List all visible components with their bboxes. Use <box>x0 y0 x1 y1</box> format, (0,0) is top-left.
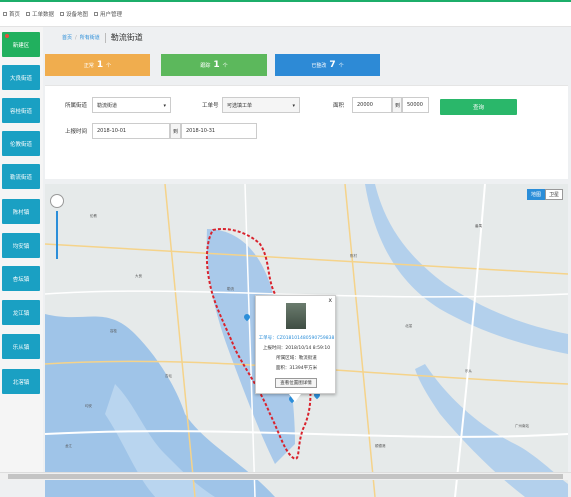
map-label: 容桂 <box>110 329 117 333</box>
street-select[interactable]: 勒流街道 ▾ <box>92 97 171 113</box>
map-view[interactable]: 伦教 大良 勒流 容桂 陈村 北滘 杏坛 均安 龙江 乐从 顺德港 番禺 广州南… <box>45 184 568 497</box>
breadcrumb-separator: / <box>75 34 77 41</box>
breadcrumb-home[interactable]: 首页 <box>62 34 72 41</box>
time-to-separator: 到 <box>170 123 181 139</box>
top-bar: 首页 工单数据 设备地图 用户管理 <box>0 0 571 27</box>
popup-area: 面积：31394平方米 <box>275 366 318 371</box>
main-content: 首页 / 所有街道 勒流街道 正常 1 个 跟踪 1 个 已整改 7 个 所属街… <box>45 27 568 497</box>
query-button[interactable]: 查询 <box>440 99 517 115</box>
sidebar-item-ronggui[interactable]: 容桂街道 <box>2 98 40 123</box>
time-to-input[interactable]: 2018-10-31 <box>181 123 257 139</box>
map-label: 伦教 <box>90 214 97 218</box>
sidebar-item-longjiang[interactable]: 龙江镇 <box>2 300 40 325</box>
breadcrumb-parent[interactable]: 所有街道 <box>80 34 100 41</box>
stat-tracking[interactable]: 跟踪 1 个 <box>161 54 267 76</box>
map-type-switch: 地图 卫星 <box>526 189 563 200</box>
sidebar: 新建区 大良街道 容桂街道 伦教街道 勒流街道 陈村镇 均安镇 杏坛镇 龙江镇 … <box>0 27 43 472</box>
tab-work-orders[interactable]: 工单数据 <box>26 10 54 18</box>
area-to-separator: 到 <box>392 97 402 113</box>
popup-pointer <box>289 394 301 402</box>
map-navigation-control <box>50 194 64 259</box>
sidebar-item-junan[interactable]: 均安镇 <box>2 233 40 258</box>
sidebar-item-daliang[interactable]: 大良街道 <box>2 65 40 90</box>
map-label: 龙江 <box>65 444 72 448</box>
time-from-input[interactable]: 2018-10-01 <box>92 123 170 139</box>
order-label: 工单号 <box>202 103 219 109</box>
popup-district: 所属区域：勒流街道 <box>276 356 317 361</box>
zoom-slider[interactable] <box>56 211 58 259</box>
map-type-satellite[interactable]: 卫星 <box>544 189 563 200</box>
sidebar-item-new-district[interactable]: 新建区 <box>2 32 40 57</box>
sidebar-item-chencun[interactable]: 陈村镇 <box>2 199 40 224</box>
stat-rectified[interactable]: 已整改 7 个 <box>275 54 380 76</box>
map-label: 顺德港 <box>375 444 386 448</box>
sidebar-item-lunjiao[interactable]: 伦教街道 <box>2 131 40 156</box>
stat-normal[interactable]: 正常 1 个 <box>45 54 150 76</box>
work-order-popup: x 工单号：CZ018101480590759838 上报时间：2018/10/… <box>255 295 336 394</box>
area-label: 面积 <box>333 103 345 109</box>
tab-user-management[interactable]: 用户管理 <box>94 10 122 18</box>
popup-work-order[interactable]: 工单号：CZ018101480590759838 <box>256 335 337 341</box>
top-tabs: 首页 工单数据 设备地图 用户管理 <box>3 10 122 18</box>
popup-report-time: 上报时间：2018/10/14 8:59:10 <box>262 346 331 351</box>
notification-dot <box>5 34 9 38</box>
close-icon[interactable]: x <box>328 297 332 304</box>
chevron-down-icon: ▾ <box>163 103 166 109</box>
tab-home[interactable]: 首页 <box>3 10 20 18</box>
tab-device-map[interactable]: 设备地图 <box>60 10 88 18</box>
time-label: 上报时间 <box>65 129 88 135</box>
chevron-down-icon: ▾ <box>292 103 295 109</box>
area-from-input[interactable]: 20000 <box>352 97 392 113</box>
sidebar-item-leliu[interactable]: 勒流街道 <box>2 164 40 189</box>
site-photo-thumbnail[interactable] <box>286 303 306 329</box>
map-label: 北滘 <box>405 324 412 328</box>
map-label: 番禺 <box>475 224 482 228</box>
map-label: 乐从 <box>465 369 472 373</box>
page-title: 勒流街道 <box>110 33 143 42</box>
view-location-detail-button[interactable]: 查看位置图详情 <box>275 378 317 388</box>
map-label: 杏坛 <box>165 374 172 378</box>
sidebar-item-lecong[interactable]: 乐从镇 <box>2 334 40 359</box>
sidebar-item-beijiao[interactable]: 北滘镇 <box>2 369 40 394</box>
document-icon <box>26 12 31 16</box>
scrollbar-thumb[interactable] <box>8 474 563 479</box>
filter-panel: 所属街道 勒流街道 ▾ 工单号 可选填工单 ▾ 面积 20000 到 50000 查… <box>45 85 568 179</box>
map-type-map[interactable]: 地图 <box>526 189 545 200</box>
map-label: 勒流 <box>227 287 234 291</box>
breadcrumb-divider <box>104 32 106 43</box>
order-select[interactable]: 可选填工单 ▾ <box>222 97 300 113</box>
horizontal-scrollbar[interactable] <box>0 472 571 480</box>
user-icon <box>94 12 99 16</box>
home-icon <box>3 12 7 16</box>
area-to-input[interactable]: 50000 <box>402 97 429 113</box>
map-label: 大良 <box>135 274 142 278</box>
map-label: 广州南站 <box>515 424 529 428</box>
map-label: 陈村 <box>350 254 357 258</box>
street-label: 所属街道 <box>65 103 88 109</box>
map-icon <box>60 12 65 16</box>
sidebar-item-xingtan[interactable]: 杏坛镇 <box>2 266 40 291</box>
breadcrumb: 首页 / 所有街道 勒流街道 <box>62 32 143 43</box>
pan-control-icon[interactable] <box>50 194 64 208</box>
map-label: 均安 <box>85 404 92 408</box>
